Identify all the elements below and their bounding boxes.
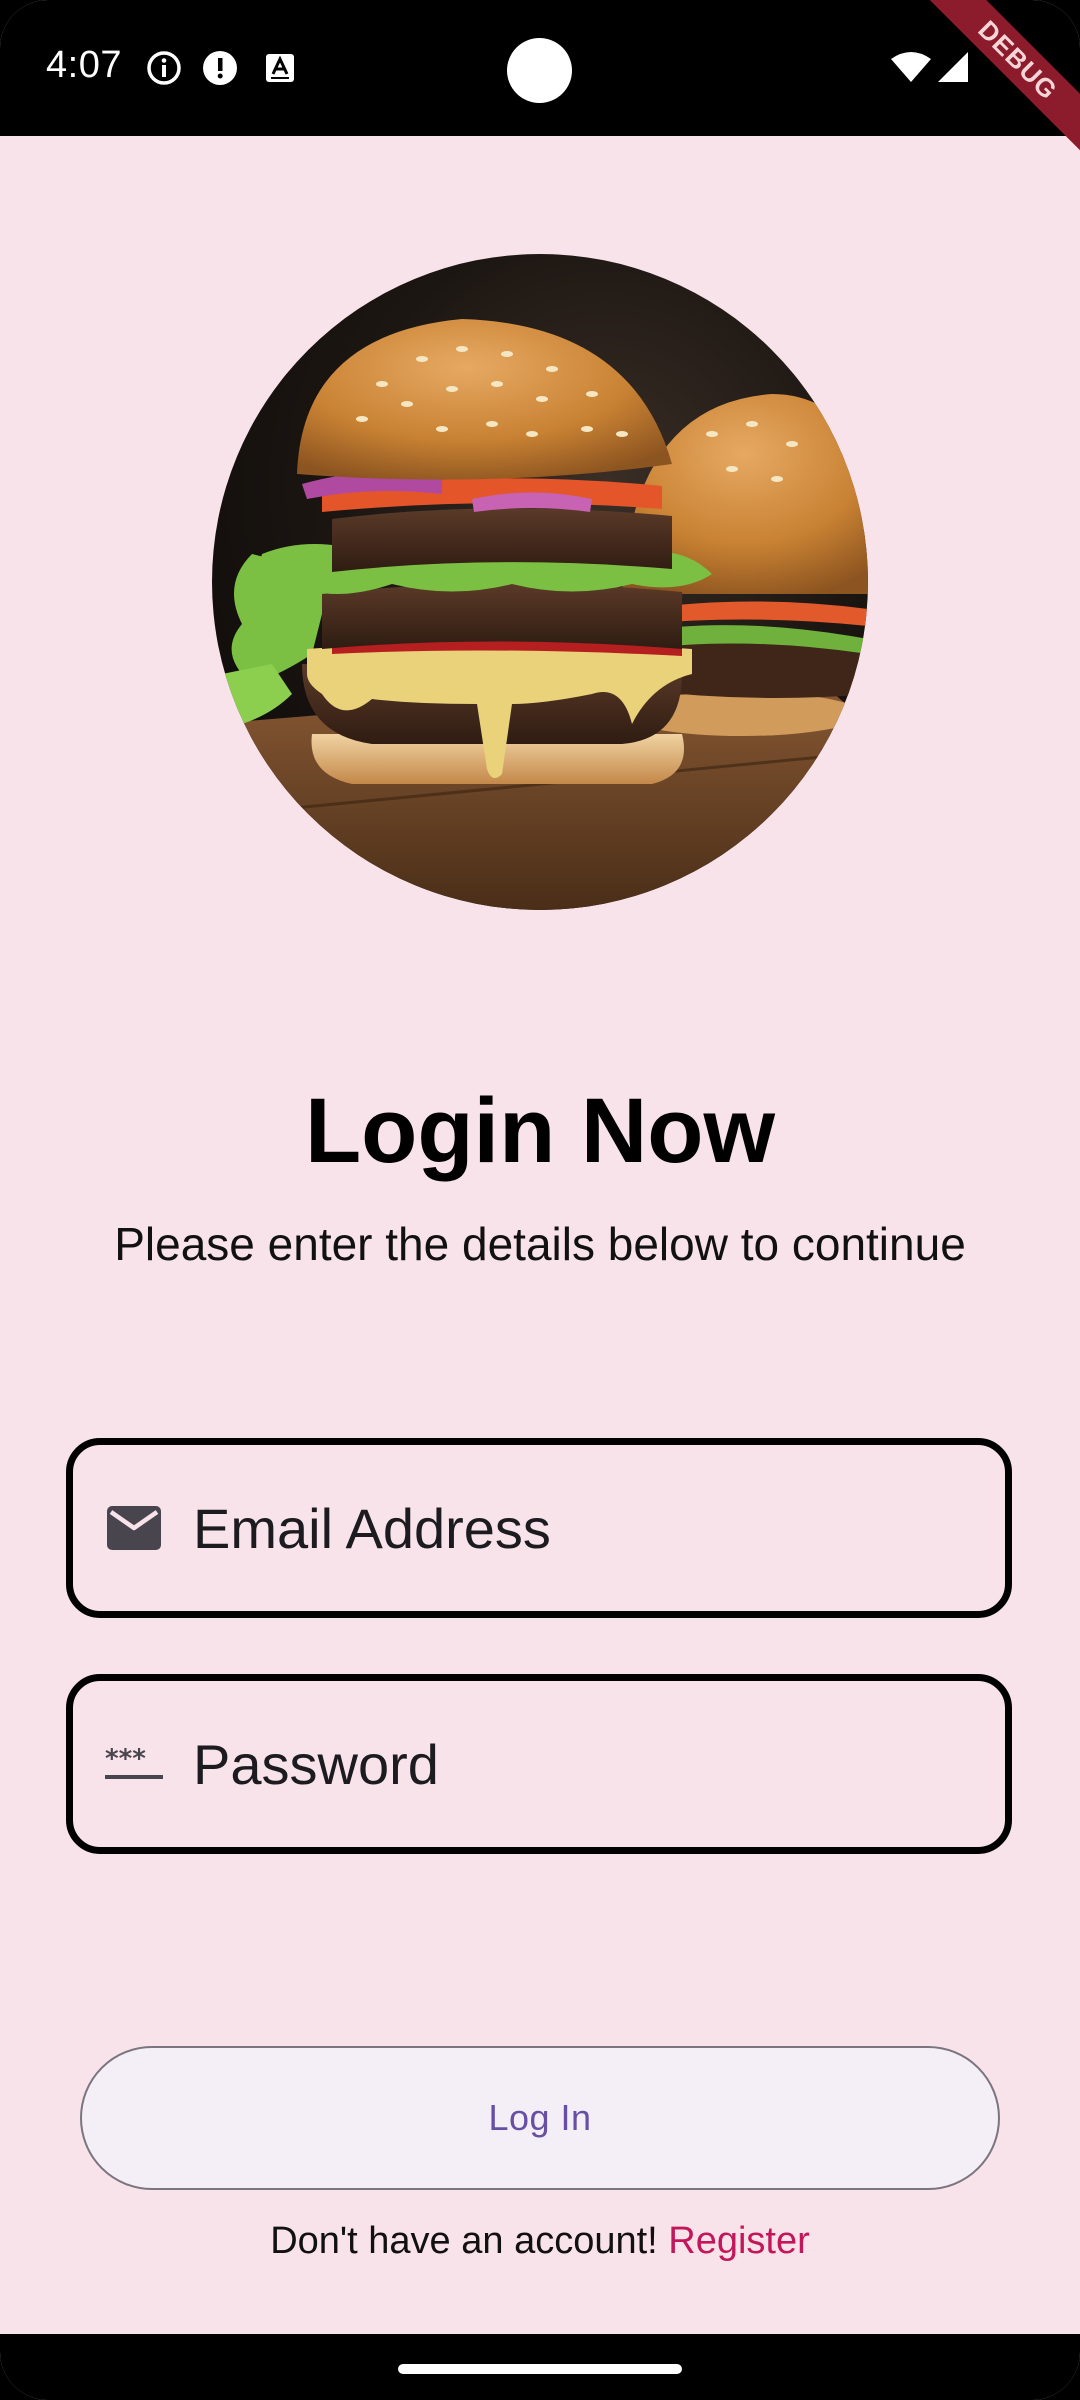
info-icon (146, 50, 182, 86)
login-button[interactable]: Log In (80, 2046, 1000, 2190)
email-field[interactable] (66, 1438, 1012, 1618)
register-prompt-text: Don't have an account! (270, 2220, 669, 2262)
password-field[interactable]: *** (66, 1674, 1012, 1854)
email-input[interactable] (193, 1478, 993, 1578)
front-camera (507, 38, 572, 103)
status-bar: 4:07 DEBUG (0, 0, 1080, 159)
register-prompt: Don't have an account! Register (0, 2220, 1080, 2263)
status-time: 4:07 (46, 44, 122, 86)
register-link[interactable]: Register (668, 2220, 810, 2262)
page-title: Login Now (304, 1080, 776, 1182)
page-subtitle: Please enter the details below to contin… (114, 1218, 966, 1270)
password-input[interactable] (193, 1714, 993, 1814)
keyboard-a-icon (262, 50, 298, 86)
alert-icon (202, 50, 238, 86)
mail-icon (105, 1499, 163, 1557)
navigation-bar (0, 2334, 1080, 2400)
burger-image (212, 254, 868, 910)
home-indicator[interactable] (398, 2364, 682, 2374)
cellular-signal-icon (936, 50, 970, 84)
wifi-icon (890, 50, 932, 84)
login-screen: 4:07 DEBUG Login Now Please enter the de… (0, 0, 1080, 2400)
svg-text:***: *** (105, 1747, 146, 1774)
password-icon: *** (105, 1735, 163, 1793)
